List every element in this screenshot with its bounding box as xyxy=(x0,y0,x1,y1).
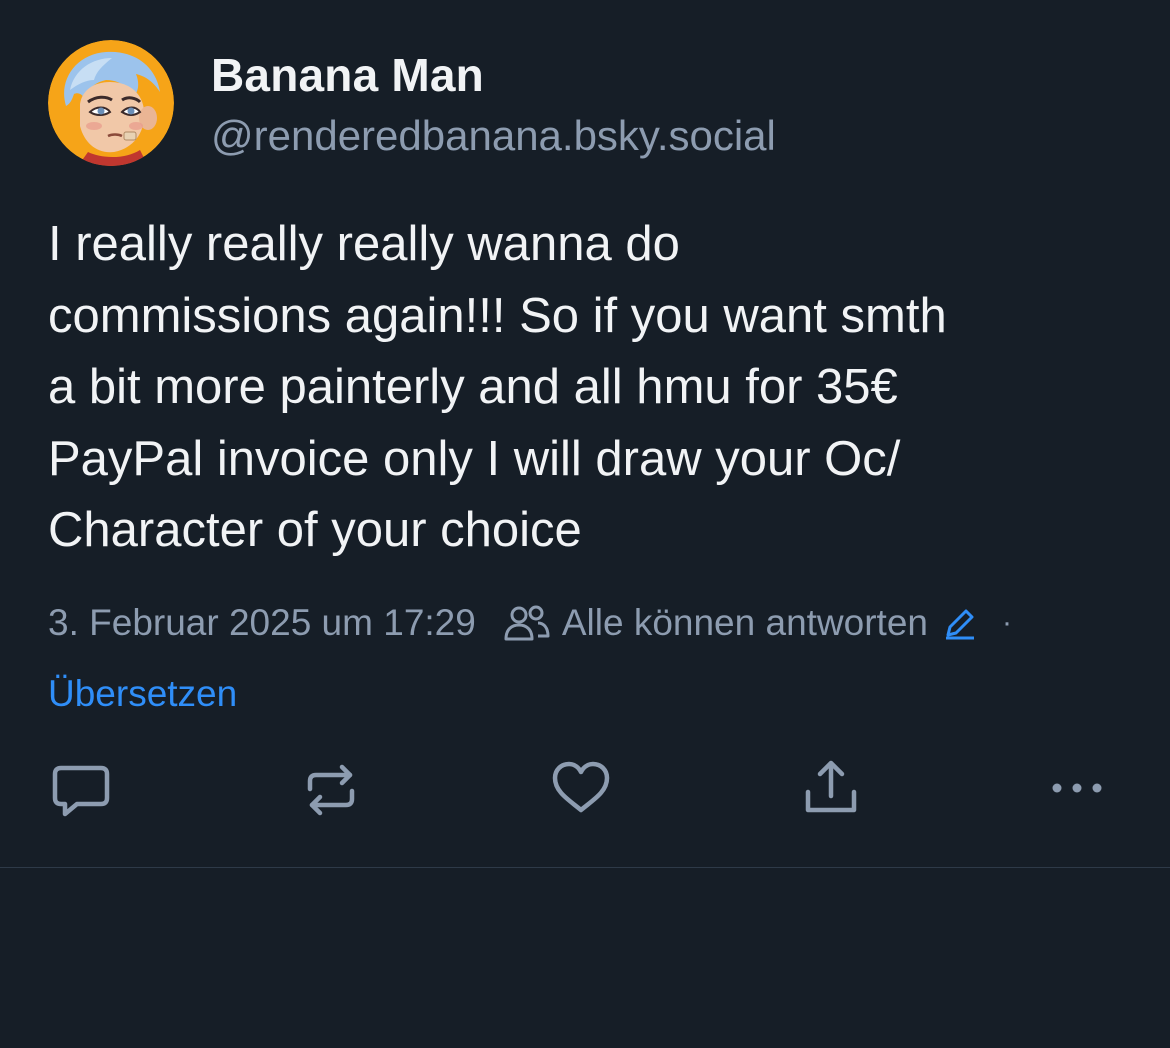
reply-setting[interactable]: Alle können antworten xyxy=(562,602,928,644)
author-handle[interactable]: @renderedbanana.bsky.social xyxy=(211,112,776,160)
timestamp[interactable]: 3. Februar 2025 um 17:29 xyxy=(48,602,476,644)
like-button[interactable] xyxy=(549,758,613,822)
meta-separator: · xyxy=(1001,606,1012,639)
speech-bubble-icon xyxy=(51,762,111,823)
pencil-icon[interactable] xyxy=(942,605,978,641)
translate-link[interactable]: Übersetzen xyxy=(48,673,237,715)
repost-icon xyxy=(302,761,360,824)
post-text: I really really really wanna do commissi… xyxy=(48,217,947,557)
share-icon xyxy=(802,758,860,823)
heart-icon xyxy=(551,760,611,821)
repost-button[interactable] xyxy=(299,760,363,824)
post-meta: 3. Februar 2025 um 17:29 Alle können ant… xyxy=(48,598,1012,648)
reply-button[interactable] xyxy=(49,760,113,824)
post: Banana Man @renderedbanana.bsky.social I… xyxy=(0,0,1170,868)
more-dots-icon xyxy=(1047,778,1107,803)
avatar[interactable] xyxy=(48,40,174,166)
author-display-name[interactable]: Banana Man xyxy=(211,48,484,102)
share-button[interactable] xyxy=(799,758,863,822)
avatar-image xyxy=(48,40,174,166)
more-button[interactable] xyxy=(1045,758,1109,822)
people-icon xyxy=(504,603,550,643)
